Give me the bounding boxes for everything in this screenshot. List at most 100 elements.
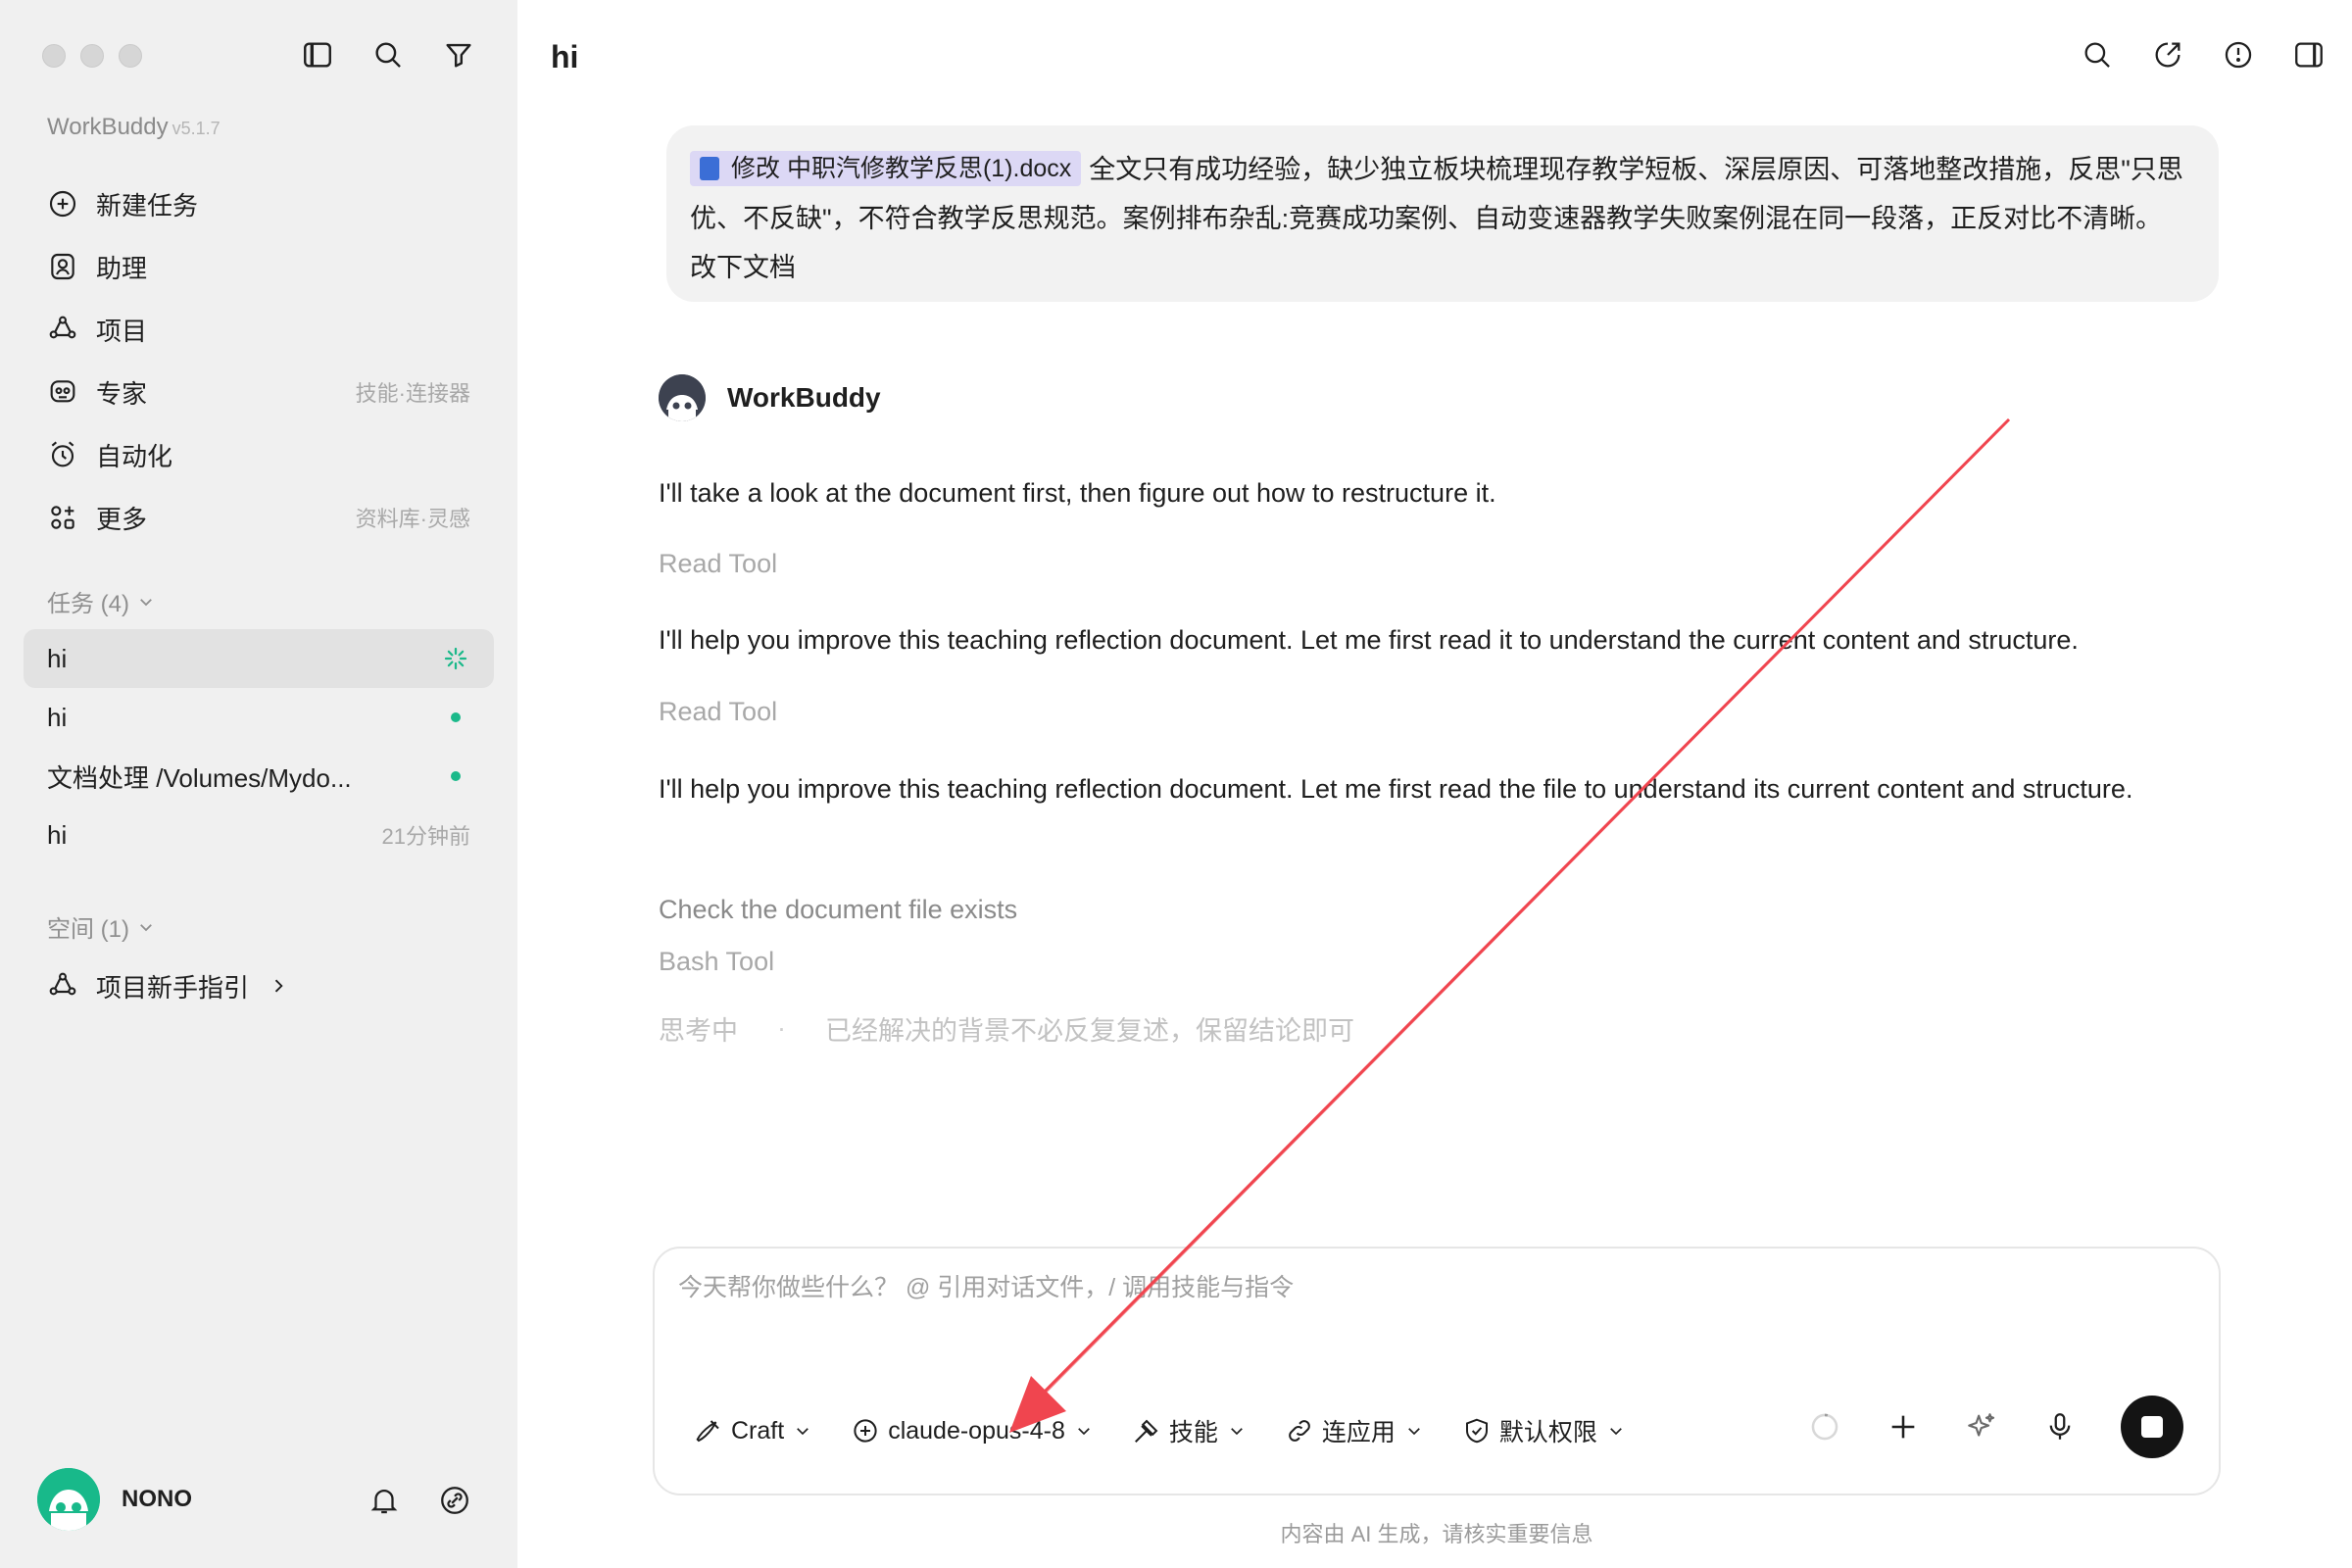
voice-input-button[interactable] (2042, 1409, 2078, 1445)
close-window-button[interactable] (42, 44, 66, 68)
tool-call-label[interactable]: Read Tool (659, 697, 777, 727)
chevron-down-icon (140, 598, 152, 606)
app-version: v5.1.7 (172, 119, 220, 138)
task-title: 文档处理 /Volumes/Mydo... (47, 762, 352, 793)
thinking-separator: · (777, 1013, 786, 1043)
thinking-status: 思考中 · 已经解决的背景不必反复复述，保留结论即可 (659, 1009, 1354, 1048)
minimize-window-button[interactable] (80, 44, 104, 68)
filter-icon (446, 43, 471, 68)
history-button[interactable] (2221, 37, 2256, 73)
sidebar-toolbar (300, 37, 476, 73)
toggle-panel-button[interactable] (2291, 37, 2327, 73)
attached-file-name: 修改 中职汽修教学反思(1).docx (731, 154, 1072, 182)
word-doc-icon (700, 156, 719, 180)
app-window: WorkBuddy v5.1.7 新建任务 助理 项目 专家 技能·连接器 自动… (0, 0, 2352, 1568)
space-item[interactable]: 项目新手指引 (47, 955, 288, 1017)
plus-circle-icon (49, 190, 76, 218)
composer-actions (1807, 1396, 2183, 1458)
sidebar-icon (304, 42, 331, 68)
stop-generation-button[interactable] (2121, 1396, 2183, 1458)
task-item[interactable]: hi 21分钟前 (24, 806, 494, 864)
toggle-sidebar-button[interactable] (300, 37, 335, 73)
expert-icon (50, 380, 75, 403)
tasks-section-title: 任务 (4) (47, 591, 129, 617)
sidebar-item-hint: 资料库·灵感 (355, 507, 470, 531)
mode-label: Craft (731, 1416, 785, 1445)
task-time: 21分钟前 (381, 824, 470, 849)
user-tools (367, 1483, 472, 1518)
grid-icon (51, 506, 74, 529)
user-profile[interactable]: NONO (37, 1468, 192, 1531)
settings-button[interactable] (437, 1483, 472, 1518)
tasks-section-toggle[interactable]: 任务 (4) (47, 584, 155, 618)
skills-icon (1134, 1419, 1158, 1443)
window-controls (42, 44, 142, 68)
user-name: NONO (122, 1486, 192, 1512)
zoom-window-button[interactable] (119, 44, 142, 68)
sidebar-search-button[interactable] (370, 37, 406, 73)
tool-call-label[interactable]: Bash Tool (659, 947, 774, 977)
permission-label: 默认权限 (1498, 1419, 1597, 1446)
connect-apps-selector[interactable]: 连应用 (1285, 1409, 1423, 1452)
sidebar-item-label: 专家 (96, 378, 148, 409)
task-title: hi (47, 643, 68, 673)
sidebar-item-assistant[interactable]: 助理 (24, 235, 494, 298)
plus-circle-icon (854, 1419, 877, 1443)
permission-selector[interactable]: 默认权限 (1462, 1409, 1625, 1452)
assistant-message: I'll help you improve this teaching refl… (659, 774, 2133, 804)
app-name-text: WorkBuddy (47, 114, 169, 140)
mode-selector[interactable]: Craft (694, 1409, 811, 1452)
chevron-down-icon (1408, 1428, 1420, 1436)
sidebar-item-automation[interactable]: 自动化 (24, 423, 494, 486)
assistant-message: I'll take a look at the document first, … (659, 478, 1496, 508)
tool-call-label[interactable]: Read Tool (659, 549, 777, 579)
attached-file-chip[interactable]: 修改 中职汽修教学反思(1).docx (690, 150, 1082, 186)
task-item[interactable]: 文档处理 /Volumes/Mydo... (24, 747, 494, 806)
sidebar-item-new-task[interactable]: 新建任务 (24, 172, 494, 235)
chat-input[interactable] (678, 1274, 2148, 1302)
right-panel-icon (2295, 42, 2323, 68)
clock-icon (2225, 41, 2252, 69)
chevron-down-icon (1078, 1428, 1090, 1436)
sidebar-item-label: 更多 (96, 504, 148, 534)
thinking-text: 已经解决的背景不必反复复述，保留结论即可 (825, 1016, 1354, 1046)
task-item[interactable]: hi (24, 688, 494, 747)
sidebar-item-project[interactable]: 项目 (24, 298, 494, 361)
share-button[interactable] (2150, 37, 2185, 73)
skills-label: 技能 (1168, 1419, 1218, 1446)
space-title: 项目新手指引 (96, 972, 250, 1003)
user-message-bubble: 修改 中职汽修教学反思(1).docx 全文只有成功经验，缺少独立板块梳理现存教学… (666, 125, 2219, 302)
sidebar-nav: 新建任务 助理 项目 专家 技能·连接器 自动化 更多 资料库·灵感 (24, 172, 494, 549)
notifications-button[interactable] (367, 1483, 402, 1518)
chevron-down-icon (1610, 1428, 1622, 1436)
add-attachment-button[interactable] (1886, 1409, 1921, 1445)
spaces-section-toggle[interactable]: 空间 (1) (47, 909, 155, 944)
filter-button[interactable] (441, 37, 476, 73)
ai-disclaimer: 内容由 AI 生成，请核实重要信息 (1280, 1522, 1593, 1546)
chevron-down-icon (797, 1428, 809, 1436)
sidebar-item-more[interactable]: 更多 资料库·灵感 (24, 486, 494, 549)
assistant-name: WorkBuddy (727, 382, 881, 413)
enhance-prompt-button[interactable] (1964, 1409, 1999, 1445)
search-icon (2084, 42, 2110, 68)
stop-icon (2141, 1416, 2163, 1438)
avatar (659, 374, 706, 421)
main-panel: hi 修改 中职汽修教学反思(1).docx 全文只有成功经验，缺少独立板块梳理现… (517, 0, 2352, 1568)
main-toolbar (2080, 37, 2327, 73)
unread-dot (451, 771, 461, 781)
tool-step-description: Check the document file exists (659, 895, 1018, 924)
progress-ring-icon (1811, 1413, 1838, 1441)
search-icon (375, 42, 401, 68)
task-item-active[interactable]: hi (24, 629, 494, 688)
sidebar-item-hint: 技能·连接器 (355, 381, 470, 406)
model-selector[interactable]: claude-opus-4-8 (851, 1409, 1093, 1452)
skills-selector[interactable]: 技能 (1132, 1409, 1246, 1452)
microphone-icon (2049, 1413, 2071, 1440)
sidebar-item-label: 项目 (96, 316, 148, 346)
sidebar: WorkBuddy v5.1.7 新建任务 助理 项目 专家 技能·连接器 自动… (0, 0, 517, 1568)
assistant-message: I'll help you improve this teaching refl… (659, 625, 2079, 655)
composer-toolbar: Craft claude-opus-4-8 技能 连应用 默认权限 (694, 1409, 1664, 1452)
sidebar-item-expert[interactable]: 专家 技能·连接器 (24, 361, 494, 423)
chevron-down-icon (1231, 1428, 1243, 1436)
search-conversation-button[interactable] (2080, 37, 2115, 73)
